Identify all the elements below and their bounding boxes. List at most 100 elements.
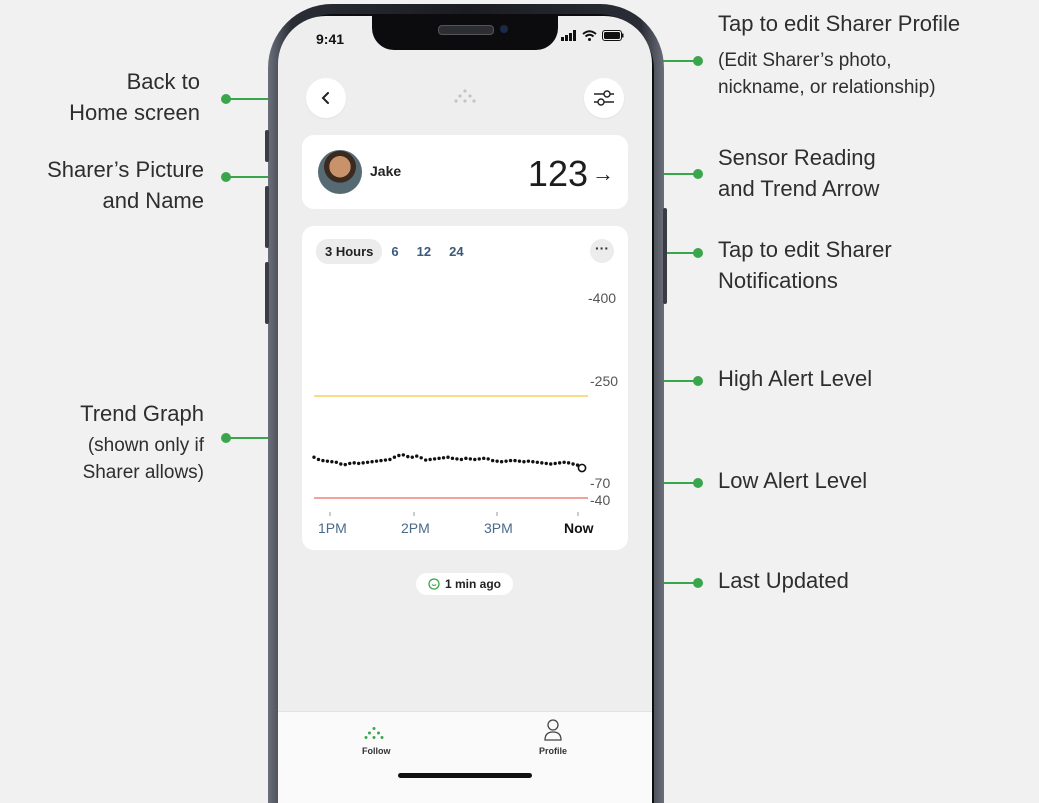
phone-screen: 9:41 Jake 123 → 3 Hours 6 12 24 ··· -400 xyxy=(278,16,652,803)
trend-point xyxy=(526,459,531,463)
trend-point xyxy=(468,457,473,461)
x-label-now: Now xyxy=(564,520,594,536)
trend-point xyxy=(477,457,481,461)
sensor-status-icon xyxy=(428,578,440,590)
sliders-icon xyxy=(594,90,614,106)
y-label-70: -70 xyxy=(590,475,611,491)
last-updated-text: 1 min ago xyxy=(445,577,502,591)
bottom-tab-bar: Follow Profile xyxy=(278,711,652,803)
trend-point xyxy=(522,460,526,464)
trend-point xyxy=(531,460,535,464)
sharer-card[interactable]: Jake 123 → xyxy=(302,135,628,209)
x-label-1pm: 1PM xyxy=(318,520,347,536)
trend-point xyxy=(423,458,428,462)
annotation-high-alert: High Alert Level xyxy=(718,366,873,391)
trend-point xyxy=(459,457,464,462)
trend-point xyxy=(535,460,540,464)
trend-point xyxy=(446,455,450,459)
trend-point xyxy=(517,459,522,463)
annotation-trend-graph: Trend Graph xyxy=(80,401,204,426)
avatar xyxy=(318,150,362,194)
trend-point xyxy=(361,461,365,465)
x-label-2pm: 2PM xyxy=(401,520,430,536)
graph-card: 3 Hours 6 12 24 ··· -400 -250 -70 -40 1P… xyxy=(302,226,628,550)
status-icons xyxy=(561,30,624,41)
trend-point xyxy=(383,458,388,462)
battery-icon xyxy=(602,30,624,41)
trend-point xyxy=(410,455,414,459)
trend-point xyxy=(432,457,437,461)
annotation-edit-profile-note: (Edit Sharer’s photo, nickname, or relati… xyxy=(718,50,936,98)
trend-point xyxy=(450,456,455,461)
trend-point xyxy=(540,461,544,465)
trend-point xyxy=(379,458,383,463)
trend-point xyxy=(392,455,397,459)
trend-point xyxy=(365,460,370,464)
trend-point xyxy=(339,462,343,466)
y-label-40: -40 xyxy=(590,492,611,508)
trend-point xyxy=(321,458,325,463)
annotation-trend-graph-note: (shown only if Sharer allows) xyxy=(82,435,204,483)
current-reading-point xyxy=(577,463,587,473)
trend-point xyxy=(508,458,513,463)
trend-point xyxy=(316,457,321,462)
trend-point xyxy=(557,461,562,465)
trend-point xyxy=(562,460,566,464)
follow-icon xyxy=(364,727,384,739)
trend-point xyxy=(473,457,477,462)
trend-point xyxy=(504,459,508,463)
profile-icon xyxy=(544,719,562,741)
y-label-400: -400 xyxy=(588,290,617,306)
annotation-low-alert: Low Alert Level xyxy=(718,468,868,493)
x-label-3pm: 3PM xyxy=(484,520,513,536)
trend-point xyxy=(370,460,374,464)
trend-point xyxy=(334,460,339,464)
notch xyxy=(372,16,558,50)
annotation-edit-profile: Tap to edit Sharer Profile xyxy=(718,11,961,36)
trend-point xyxy=(428,457,432,462)
tab-profile[interactable]: Profile xyxy=(528,716,578,760)
trend-point xyxy=(464,456,468,461)
trend-point xyxy=(495,459,499,463)
y-label-250: -250 xyxy=(590,373,619,389)
trend-graph xyxy=(312,395,588,516)
trend-point xyxy=(343,462,347,467)
signal-icon xyxy=(561,30,576,41)
trend-point xyxy=(490,458,495,463)
trend-point xyxy=(330,460,334,464)
sensor-reading: 123 xyxy=(527,153,588,194)
follow-logo-icon xyxy=(454,89,476,103)
trend-point xyxy=(415,454,419,458)
trend-point xyxy=(441,456,446,460)
tab-follow[interactable]: Follow xyxy=(350,720,400,760)
wifi-icon xyxy=(582,30,597,41)
trend-point xyxy=(397,453,401,458)
trend-point xyxy=(437,456,441,461)
chevron-left-icon xyxy=(321,92,329,104)
home-indicator xyxy=(398,773,532,778)
trend-point xyxy=(419,456,423,460)
trend-point xyxy=(455,457,459,461)
trend-point xyxy=(549,462,553,466)
annotation-edit-notifications: Tap to edit Sharer Notifications xyxy=(718,237,892,293)
trend-point xyxy=(325,459,330,463)
trend-point xyxy=(566,461,571,465)
trend-point xyxy=(571,462,575,466)
trend-point xyxy=(388,457,392,462)
trend-point xyxy=(406,454,410,459)
trend-point xyxy=(352,461,356,465)
tab-follow-label: Follow xyxy=(362,746,391,756)
edit-profile-button[interactable] xyxy=(584,78,624,118)
tab-profile-label: Profile xyxy=(539,746,568,756)
trend-point xyxy=(356,461,361,466)
trend-point xyxy=(544,461,548,466)
trend-point xyxy=(499,460,504,464)
trend-point xyxy=(486,457,490,461)
trend-point xyxy=(513,458,517,463)
sharer-name: Jake xyxy=(370,163,402,179)
annotation-back: Back to Home screen xyxy=(69,69,200,125)
annotation-sensor-reading: Sensor Reading and Trend Arrow xyxy=(718,145,880,201)
trend-point xyxy=(374,459,379,463)
back-button[interactable] xyxy=(306,78,346,118)
trend-point xyxy=(401,453,406,457)
